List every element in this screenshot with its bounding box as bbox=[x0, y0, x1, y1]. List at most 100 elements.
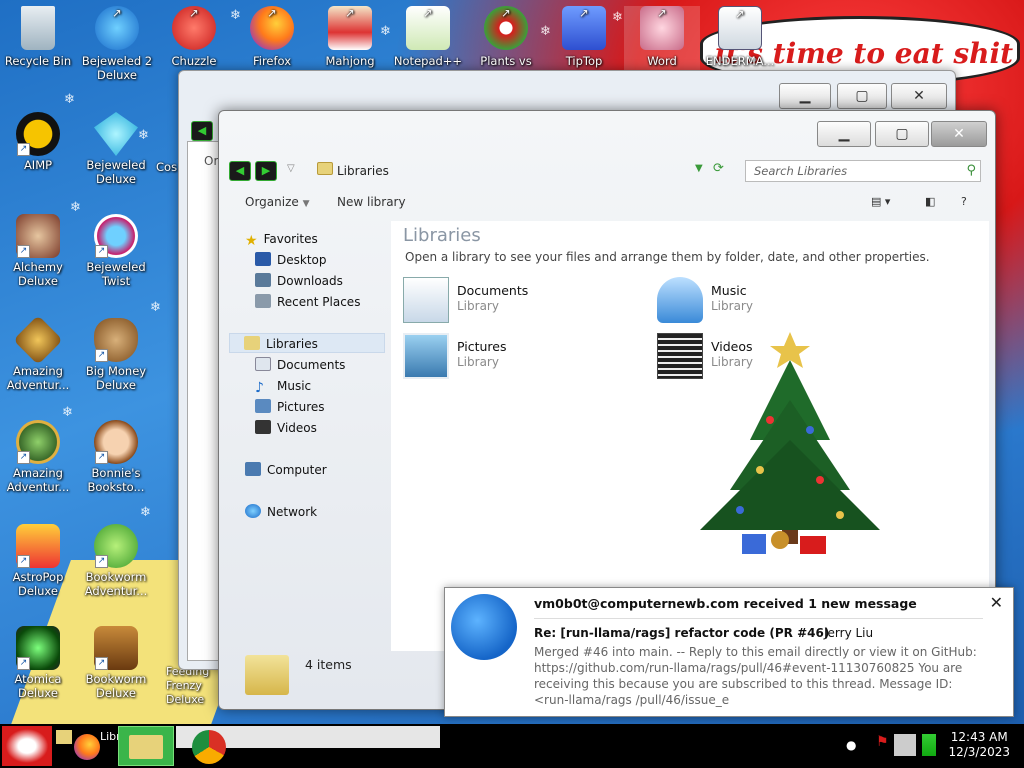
desktop-icon-bejeweled[interactable]: Bejeweled Deluxe bbox=[78, 112, 154, 186]
desktop-icon bbox=[255, 252, 271, 266]
help-icon[interactable]: ? bbox=[961, 195, 967, 208]
nav-videos[interactable]: Videos bbox=[255, 418, 411, 438]
back-arrow-icon[interactable]: ◀ bbox=[229, 161, 251, 181]
bejeweled-diamond-icon bbox=[94, 112, 138, 156]
desktop-icon-bookworm-adventures[interactable]: ↗ Bookworm Adventur... bbox=[78, 524, 154, 598]
nav-recent-places[interactable]: Recent Places bbox=[255, 292, 411, 312]
close-button[interactable]: ✕ bbox=[891, 83, 947, 109]
refresh-icon[interactable]: ⟳ bbox=[713, 161, 724, 176]
action-center-flag-icon[interactable]: ⚑ bbox=[876, 734, 889, 750]
desktop-icon-big-money[interactable]: ↗ Big Money Deluxe bbox=[78, 318, 154, 392]
desktop-icon-tiptop[interactable]: ↗ TipTop bbox=[546, 6, 622, 68]
desktop-icon-bookworm-deluxe[interactable]: ↗ Bookworm Deluxe bbox=[78, 626, 154, 700]
desktop-icon-feeding-frenzy[interactable]: Feeding Frenzy Deluxe bbox=[166, 665, 226, 707]
computer-icon bbox=[245, 462, 261, 476]
back-arrow-icon[interactable]: ◀ bbox=[191, 121, 213, 141]
shortcut-arrow-icon: ↗ bbox=[501, 6, 511, 20]
tiptop-icon: ↗ bbox=[562, 6, 606, 50]
videos-icon bbox=[255, 420, 271, 434]
libraries-large-icon bbox=[245, 655, 289, 695]
explorer-quicklaunch-icon[interactable] bbox=[56, 730, 72, 744]
shortcut-arrow-icon: ↗ bbox=[95, 451, 108, 464]
command-bar: Organize ▼ New library ▤ ▾ ◧ ? bbox=[229, 191, 989, 215]
minimize-button[interactable]: ▁ bbox=[817, 121, 871, 147]
back-window-label: Or bbox=[204, 154, 219, 168]
shortcut-arrow-icon: ↗ bbox=[657, 6, 667, 20]
desktop-icon-notepadpp[interactable]: ↗ Notepad++ bbox=[390, 6, 466, 68]
tray-dot-icon[interactable]: ● bbox=[846, 738, 856, 752]
recycle-bin-icon bbox=[21, 6, 55, 50]
bookworm-icon: ↗ bbox=[94, 524, 138, 568]
maximize-button[interactable]: ▢ bbox=[837, 83, 887, 109]
taskbar-window-label[interactable]: Libra bbox=[100, 730, 127, 746]
desktop-icon-firefox[interactable]: ↗ Firefox bbox=[234, 6, 310, 68]
music-library-icon bbox=[657, 277, 703, 323]
clock[interactable]: 12:43 AM 12/3/2023 bbox=[948, 730, 1010, 760]
search-input[interactable]: Search Libraries ⚲ bbox=[745, 160, 981, 182]
firefox-icon[interactable] bbox=[74, 734, 100, 760]
library-music[interactable]: Music Library bbox=[657, 277, 877, 325]
shortcut-arrow-icon: ↗ bbox=[95, 657, 108, 670]
nav-downloads[interactable]: Downloads bbox=[255, 271, 411, 291]
nav-network[interactable]: Network bbox=[245, 502, 401, 522]
search-icon[interactable]: ⚲ bbox=[966, 161, 976, 181]
desktop-icon-amazing-adventures-1[interactable]: Amazing Adventur... bbox=[0, 315, 76, 392]
desktop-icon-chuzzle[interactable]: ↗ Chuzzle bbox=[156, 6, 232, 68]
close-button[interactable]: ✕ bbox=[931, 121, 987, 147]
desktop-icon-mahjong[interactable]: ↗ Mahjong bbox=[312, 6, 388, 68]
taskbar-explorer-button[interactable] bbox=[118, 726, 174, 766]
library-pictures[interactable]: Pictures Library bbox=[403, 333, 623, 381]
desktop-icon-bejeweled-twist[interactable]: ↗ Bejeweled Twist bbox=[78, 214, 154, 288]
alchemy-icon: ↗ bbox=[16, 214, 60, 258]
nav-desktop[interactable]: Desktop bbox=[255, 250, 411, 270]
mail-notification-toast[interactable]: vm0b0t@computernewb.com received 1 new m… bbox=[444, 587, 1014, 717]
toast-close-button[interactable]: ✕ bbox=[990, 593, 1003, 612]
forward-arrow-icon[interactable]: ▶ bbox=[255, 161, 277, 181]
folder-icon bbox=[317, 162, 333, 175]
nav-documents[interactable]: Documents bbox=[255, 355, 411, 375]
desktop-icon-partial[interactable]: Cos bbox=[156, 160, 180, 174]
new-library-button[interactable]: New library bbox=[337, 195, 406, 209]
desktop-icon-plants-vs[interactable]: ↗ Plants vs bbox=[468, 6, 544, 68]
nav-libraries[interactable]: Libraries bbox=[229, 333, 385, 353]
volume-tray-icon[interactable] bbox=[922, 734, 936, 756]
network-tray-icon[interactable] bbox=[894, 734, 916, 756]
desktop-icon-atomica[interactable]: ↗ Atomica Deluxe bbox=[0, 626, 76, 700]
nav-pictures[interactable]: Pictures bbox=[255, 397, 411, 417]
organize-button[interactable]: Organize ▼ bbox=[245, 195, 310, 209]
music-icon: ♪ bbox=[255, 380, 264, 396]
desktop-icon-astropop[interactable]: ↗ AstroPop Deluxe bbox=[0, 524, 76, 598]
desktop-icon-amazing-adventures-2[interactable]: ↗ Amazing Adventur... bbox=[0, 420, 76, 494]
shortcut-arrow-icon: ↗ bbox=[17, 657, 30, 670]
maximize-button[interactable]: ▢ bbox=[875, 121, 929, 147]
shortcut-arrow-icon: ↗ bbox=[423, 6, 433, 20]
desktop: ❄ ❄ ❄ ❄ ❄ ❄ ❄ ❄ ❄ ❄ it's time to eat shi… bbox=[0, 0, 1024, 768]
nav-favorites[interactable]: ★ Favorites bbox=[245, 229, 401, 249]
breadcrumb[interactable]: Libraries bbox=[337, 164, 389, 178]
desktop-icon-bonnies-bookstore[interactable]: ↗ Bonnie's Booksto... bbox=[78, 420, 154, 494]
astropop-icon: ↗ bbox=[16, 524, 60, 568]
nav-music[interactable]: ♪ Music bbox=[255, 376, 411, 396]
address-dropdown-icon[interactable]: ▼ bbox=[695, 163, 703, 174]
plants-vs-zombies-icon: ↗ bbox=[484, 6, 528, 50]
shortcut-arrow-icon: ↗ bbox=[735, 7, 745, 21]
chrome-icon[interactable] bbox=[192, 730, 226, 764]
desktop-icon-word[interactable]: ↗ Word bbox=[624, 6, 700, 70]
desktop-icon-alchemy[interactable]: ↗ Alchemy Deluxe bbox=[0, 214, 76, 288]
desktop-icon-bejeweled2[interactable]: ↗ Bejeweled 2 Deluxe bbox=[78, 6, 156, 82]
desktop-icon-enderman[interactable]: ↗ ENDERMA... bbox=[702, 6, 778, 68]
start-button[interactable] bbox=[2, 726, 52, 766]
desktop-icon-recycle-bin[interactable]: Recycle Bin bbox=[0, 6, 76, 68]
snowflake-icon: ❄ bbox=[150, 300, 161, 315]
desktop-icon-aimp[interactable]: ↗ AIMP bbox=[0, 112, 76, 172]
library-documents[interactable]: Documents Library bbox=[403, 277, 623, 325]
view-options-icon[interactable]: ▤ ▾ bbox=[871, 195, 890, 208]
shortcut-arrow-icon: ↗ bbox=[95, 245, 108, 258]
snowflake-icon: ❄ bbox=[140, 505, 151, 520]
recent-pages-chevron-icon[interactable]: ▽ bbox=[287, 163, 295, 174]
nav-computer[interactable]: Computer bbox=[245, 460, 401, 480]
preview-pane-icon[interactable]: ◧ bbox=[925, 195, 935, 208]
amazing-adventures-icon bbox=[13, 315, 63, 365]
minimize-button[interactable]: ▁ bbox=[779, 83, 831, 109]
pictures-library-icon bbox=[403, 333, 449, 379]
